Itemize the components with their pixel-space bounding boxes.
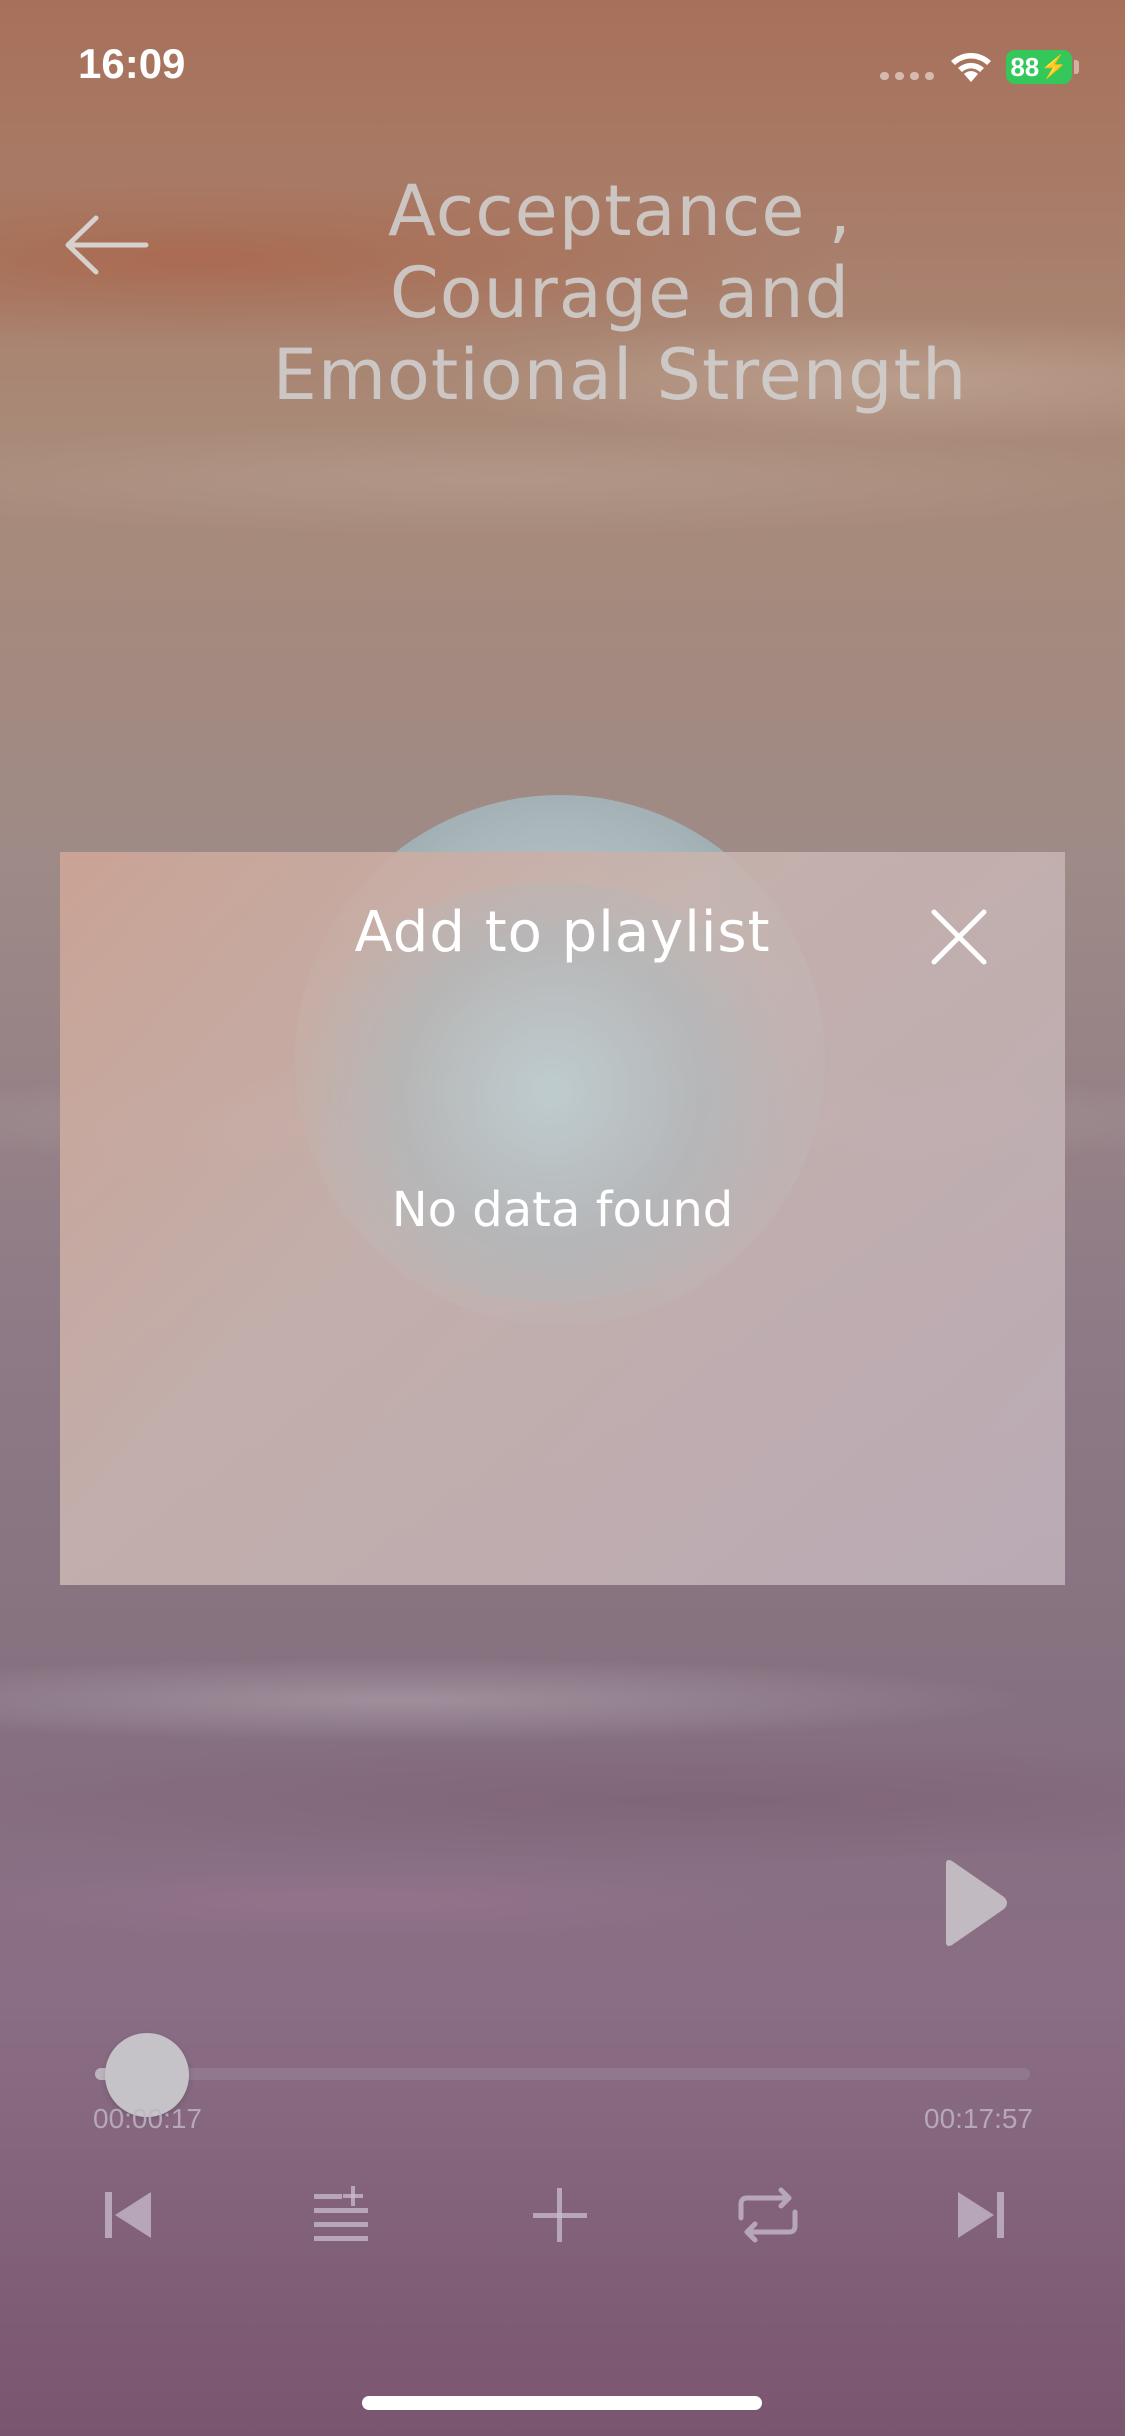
total-time: 00:17:57: [924, 2103, 1033, 2134]
battery-level: 88: [1010, 51, 1040, 82]
elapsed-time: 00:00:17: [93, 2103, 202, 2134]
arrow-left-icon[interactable]: [62, 212, 150, 278]
cellular-dots-icon: [880, 72, 936, 80]
wifi-icon: [951, 53, 991, 82]
home-indicator[interactable]: [362, 2396, 762, 2410]
progress-track[interactable]: [95, 2068, 1030, 2080]
battery-cap: [1074, 60, 1079, 74]
status-bar: 16:09 88 ⚡: [0, 0, 1125, 140]
close-icon[interactable]: [928, 906, 990, 968]
repeat-icon[interactable]: [733, 2180, 803, 2250]
playback-controls: [0, 2180, 1125, 2260]
play-icon[interactable]: [940, 1858, 1010, 1948]
skip-previous-icon[interactable]: [93, 2180, 163, 2250]
battery-indicator: 88 ⚡: [1006, 50, 1072, 84]
empty-state-message: No data found: [391, 1182, 734, 1238]
plus-icon[interactable]: [525, 2180, 595, 2250]
playlist-add-icon[interactable]: [306, 2180, 376, 2250]
status-time: 16:09: [78, 40, 186, 87]
page-title: Acceptance , Courage and Emotional Stren…: [272, 170, 968, 416]
skip-next-icon[interactable]: [946, 2180, 1016, 2250]
dialog-title: Add to playlist: [354, 900, 771, 965]
add-to-playlist-dialog: Add to playlist No data found: [60, 852, 1065, 1585]
charging-bolt-icon: ⚡: [1040, 54, 1068, 79]
